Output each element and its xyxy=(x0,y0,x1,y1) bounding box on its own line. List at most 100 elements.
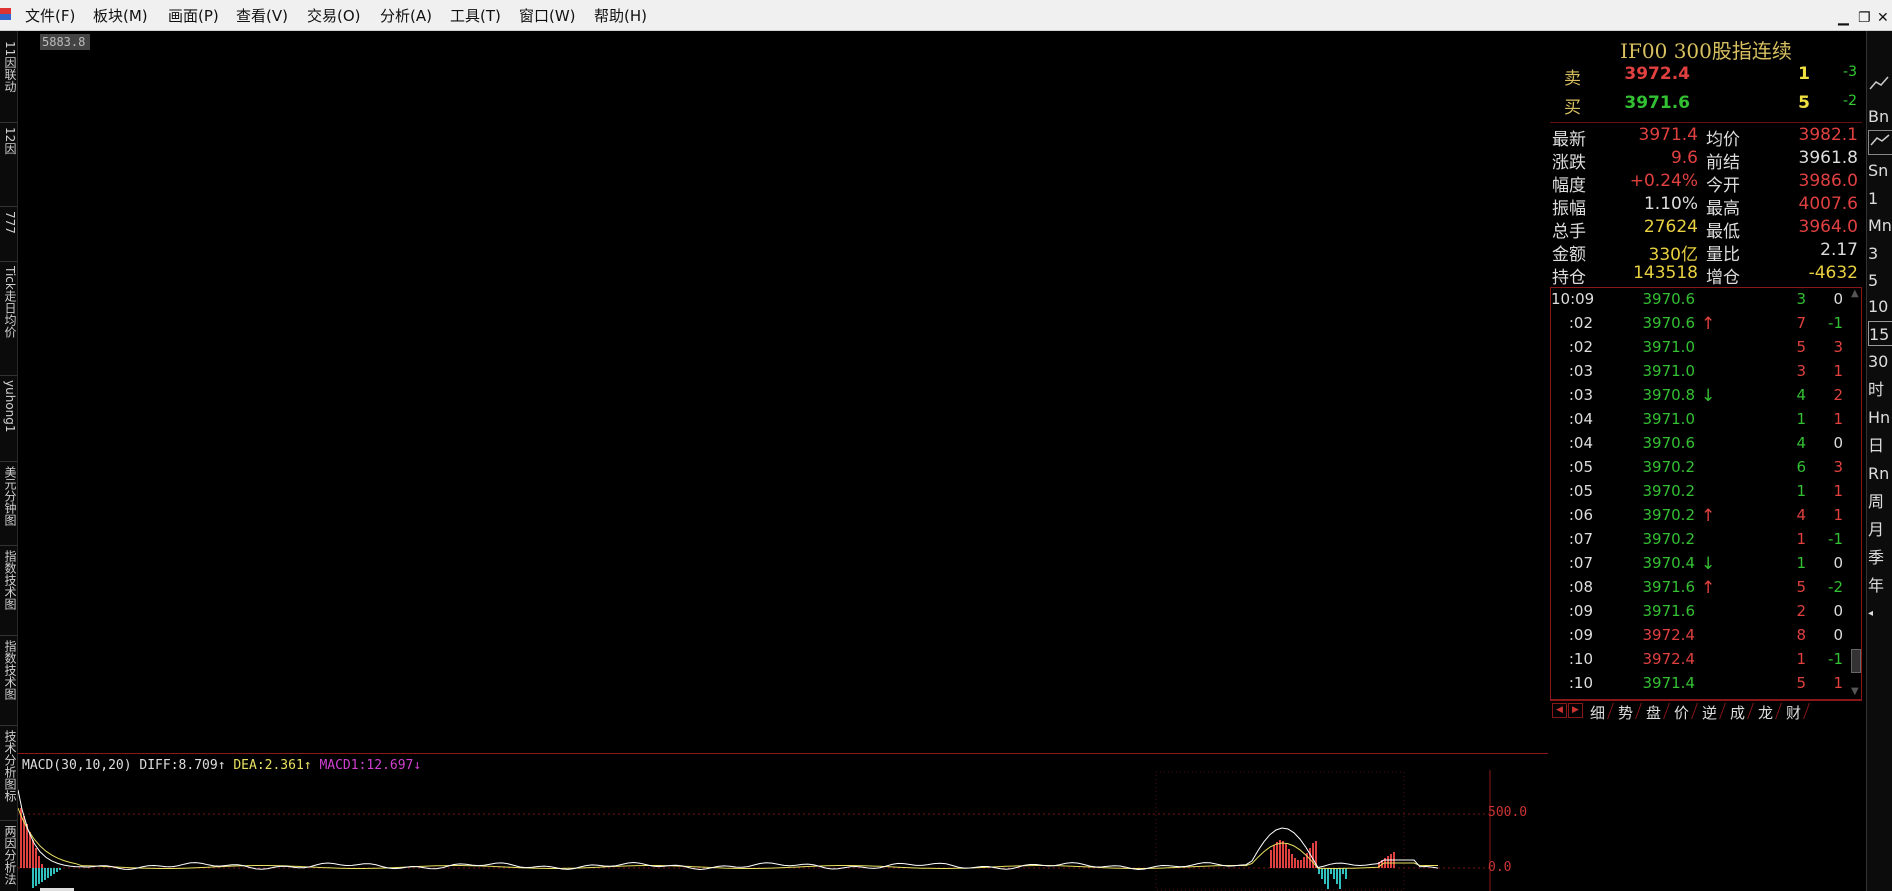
tick-price: 3971.0 xyxy=(1642,362,1696,380)
scroll-thumb[interactable] xyxy=(1851,649,1861,673)
period-4[interactable]: 3 xyxy=(1868,241,1892,266)
stat-value: 330亿 xyxy=(1648,245,1698,265)
ask-price[interactable]: 3972.4 xyxy=(1610,64,1690,84)
menu-item-0[interactable]: 文件(F) xyxy=(25,5,75,26)
tab-prev-icon[interactable]: ◀ xyxy=(1552,703,1567,718)
panel-tab-3[interactable]: 价 xyxy=(1674,702,1689,723)
tick-change: 0 xyxy=(1833,290,1843,308)
period-8[interactable]: 30 xyxy=(1868,349,1892,374)
menu-item-8[interactable]: 帮助(H) xyxy=(594,5,647,26)
stat-value: -4632 xyxy=(1808,263,1858,283)
stat-value: 27624 xyxy=(1643,217,1698,237)
tick-row: :08 3971.6 ↑ 5 -2 xyxy=(1551,578,1843,602)
period-0[interactable]: Bn xyxy=(1868,104,1892,129)
macd-axis-0: 0.0 xyxy=(1488,860,1512,875)
macd-bar xyxy=(32,840,34,868)
period-14[interactable]: 月 xyxy=(1868,517,1892,542)
collapse-icon[interactable]: ◂ xyxy=(1868,601,1892,626)
tick-row: :05 3970.2 1 1 xyxy=(1551,482,1843,506)
macd-bar xyxy=(1285,844,1287,868)
stat-value: 4007.6 xyxy=(1798,194,1858,214)
menu-item-4[interactable]: 交易(O) xyxy=(307,5,361,26)
line-chart-icon[interactable] xyxy=(1868,74,1892,99)
layout-tab-6[interactable]: 指数技术图 xyxy=(0,546,17,636)
macd-bar xyxy=(1276,842,1278,868)
period-6[interactable]: 10 xyxy=(1868,294,1892,319)
menu-item-7[interactable]: 窗口(W) xyxy=(519,5,576,26)
tick-change: 0 xyxy=(1833,434,1843,452)
panel-tab-4[interactable]: 逆 xyxy=(1702,702,1717,723)
tick-qty: 1 xyxy=(1796,650,1806,668)
tick-change: 1 xyxy=(1833,506,1843,524)
menu-item-5[interactable]: 分析(A) xyxy=(380,5,432,26)
layout-tab-8[interactable]: 技术分析图标 xyxy=(0,726,17,821)
stat-label: 前结 xyxy=(1706,153,1740,173)
tick-qty: 7 xyxy=(1796,314,1806,332)
tick-list[interactable]: 10:09 3970.6 3 0:02 3970.6 ↑ 7 -1:02 3971.0 5 3:03… xyxy=(1550,287,1862,700)
stat-label: 增仓 xyxy=(1706,268,1740,288)
panel-tab-0[interactable]: 细 xyxy=(1590,702,1605,723)
tick-time: :03 xyxy=(1568,362,1593,380)
layout-tab-3[interactable]: Tick走日均价 xyxy=(0,262,17,376)
tick-time: :04 xyxy=(1568,434,1593,452)
tick-qty: 1 xyxy=(1796,410,1806,428)
menu-item-6[interactable]: 工具(T) xyxy=(450,5,501,26)
layout-tab-5[interactable]: 美元分钟图 xyxy=(0,462,17,546)
panel-tab-7[interactable]: 财 xyxy=(1786,702,1801,723)
macd-bar xyxy=(1312,843,1314,868)
tick-time: :02 xyxy=(1568,338,1593,356)
tick-qty: 4 xyxy=(1796,434,1806,452)
period-15[interactable]: 季 xyxy=(1868,545,1892,570)
menu-item-3[interactable]: 查看(V) xyxy=(236,5,288,26)
tick-scrollbar[interactable]: ▲ ▼ xyxy=(1851,289,1861,698)
menu-item-1[interactable]: 板块(M) xyxy=(93,5,148,26)
period-2[interactable]: 1 xyxy=(1868,186,1892,211)
tick-price: 3971.0 xyxy=(1642,410,1696,428)
panel-tab-6[interactable]: 龙 xyxy=(1758,702,1773,723)
period-12[interactable]: Rn xyxy=(1868,461,1892,486)
bid-price[interactable]: 3971.6 xyxy=(1610,93,1690,113)
tick-qty: 3 xyxy=(1796,362,1806,380)
period-10[interactable]: Hn xyxy=(1868,405,1892,430)
period-1[interactable]: Sn xyxy=(1868,158,1892,183)
macd-bar xyxy=(1390,854,1392,868)
layout-tab-0[interactable]: 11因联动 xyxy=(0,37,17,123)
period-13[interactable]: 周 xyxy=(1868,489,1892,514)
macd-bar xyxy=(1270,850,1272,868)
tick-price: 3971.0 xyxy=(1642,338,1696,356)
tick-qty: 8 xyxy=(1796,626,1806,644)
period-11[interactable]: 日 xyxy=(1868,433,1892,458)
period-3[interactable]: Mn xyxy=(1868,213,1892,238)
panel-tab-2[interactable]: 盘 xyxy=(1646,702,1661,723)
tick-time: 10:09 xyxy=(1551,290,1595,308)
down-arrow-icon: ↓ xyxy=(1701,554,1716,574)
panel-tab-5[interactable]: 成 xyxy=(1730,702,1745,723)
tab-next-icon[interactable]: ▶ xyxy=(1568,703,1583,718)
macd-chart[interactable] xyxy=(18,770,1548,891)
menu-item-2[interactable]: 画面(P) xyxy=(168,5,219,26)
period-16[interactable]: 年 xyxy=(1868,573,1892,598)
tab-separator xyxy=(1719,703,1726,719)
stat-label: 金额 xyxy=(1552,245,1586,265)
restore-button[interactable]: ❐ xyxy=(1858,10,1871,26)
period-5[interactable]: 5 xyxy=(1868,268,1892,293)
panel-tab-1[interactable]: 势 xyxy=(1618,702,1633,723)
tick-price: 3970.8 xyxy=(1642,386,1696,404)
layout-tab-2[interactable]: 777 xyxy=(0,207,17,262)
scroll-down-icon[interactable]: ▼ xyxy=(1851,687,1861,697)
scroll-up-icon[interactable]: ▲ xyxy=(1851,289,1861,299)
macd-bar xyxy=(1327,868,1329,889)
macd-bar xyxy=(38,856,40,868)
tab-separator xyxy=(1775,703,1782,719)
layout-tab-1[interactable]: 12因 xyxy=(0,123,17,207)
period-9[interactable]: 时 xyxy=(1868,377,1892,402)
close-button[interactable]: ✕ xyxy=(1877,10,1889,26)
macd-bar xyxy=(1294,858,1296,868)
layout-tab-7[interactable]: 指数技术图 xyxy=(0,636,17,726)
tick-change: -1 xyxy=(1828,650,1843,668)
layout-tab-9[interactable]: 两因分析法 xyxy=(0,821,17,891)
kline-chart-icon[interactable] xyxy=(1868,130,1892,155)
minimize-button[interactable]: ▁ xyxy=(1838,10,1849,26)
layout-tab-4[interactable]: yuhong1 xyxy=(0,376,17,462)
period-7[interactable]: 15 xyxy=(1868,321,1892,346)
